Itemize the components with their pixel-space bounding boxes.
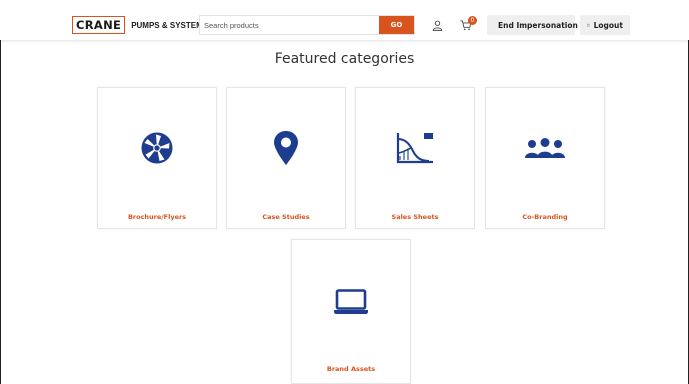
site-header: CRANE PUMPS & SYSTEMS GO 0 End Impersona… [0, 0, 689, 40]
users-group-icon [525, 138, 565, 158]
logo-tagline: PUMPS & SYSTEMS [131, 20, 209, 30]
end-impersonation-label: End Impersonation [498, 20, 578, 30]
category-card-sales-sheets[interactable]: Sales Sheets [355, 87, 475, 229]
search-input[interactable] [200, 16, 379, 34]
user-icon [432, 20, 442, 31]
logo-word: CRANE [72, 16, 126, 34]
lock-icon [587, 23, 590, 27]
category-label: Brochure/Flyers [127, 213, 187, 221]
account-button[interactable] [425, 15, 449, 35]
page-title: Featured categories [274, 51, 415, 67]
laptop-icon [334, 289, 368, 314]
cart-count-badge: 0 [468, 16, 477, 25]
category-label: Brand Assets [326, 365, 376, 373]
end-impersonation-button[interactable]: End Impersonation [487, 15, 578, 35]
search-bar: GO [199, 15, 415, 35]
category-card-brand-assets[interactable]: Brand Assets [291, 239, 411, 384]
map-pin-icon [274, 131, 298, 165]
logout-label: Logout [593, 20, 623, 30]
category-label: Sales Sheets [391, 213, 439, 221]
pump-curve-chart-icon [396, 133, 433, 164]
logout-button[interactable]: Logout [580, 15, 630, 35]
category-card-case-studies[interactable]: Case Studies [226, 87, 346, 229]
cart-button[interactable]: 0 [454, 15, 478, 35]
category-label: Case Studies [262, 213, 310, 221]
crane-logo[interactable]: CRANE PUMPS & SYSTEMS [72, 16, 208, 34]
category-card-brochure-flyers[interactable]: Brochure/Flyers [97, 87, 217, 229]
go-button[interactable]: GO [379, 16, 414, 34]
fan-icon [141, 132, 173, 164]
category-label: Co-Branding [522, 213, 568, 221]
category-card-co-branding[interactable]: Co-Branding [485, 87, 605, 229]
